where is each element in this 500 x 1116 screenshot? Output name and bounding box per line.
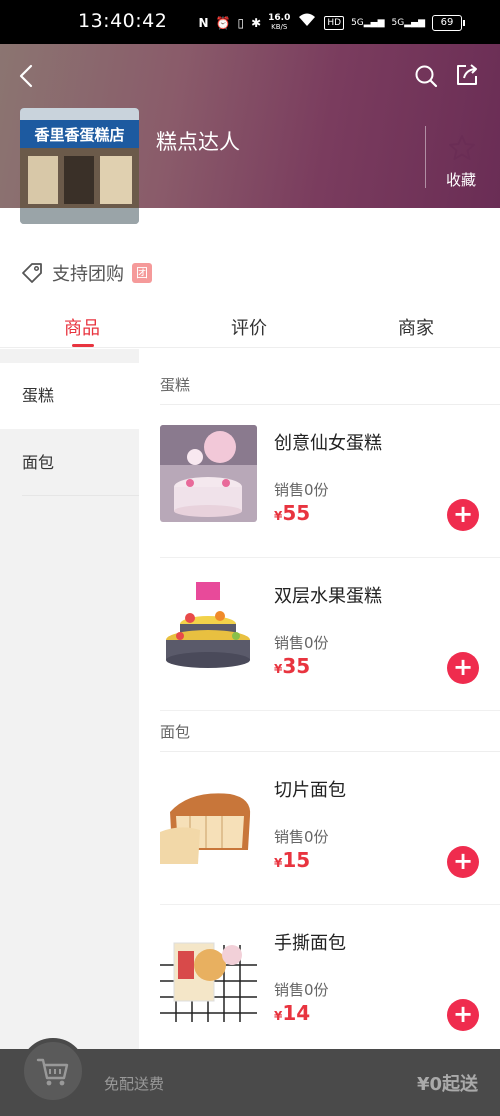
hd-icon: HD [324,15,345,30]
product-sales: 销售0份 [274,481,329,499]
product-price: ¥55 [274,501,310,525]
product-name: 切片面包 [274,780,346,801]
product-image [160,925,257,1022]
star-icon[interactable] [448,134,476,162]
tab-reviews[interactable]: 评价 [231,314,267,340]
wifi-icon [297,12,317,33]
category-sidebar: 蛋糕 面包 [0,349,139,1049]
product-price: ¥35 [274,654,310,678]
signal-label-2: 5G [391,17,405,28]
vibrate-icon: ▯ [237,15,245,30]
add-to-cart-button[interactable]: + [447,999,479,1031]
groupbuy-info: 支持团购 团 [20,260,152,286]
product-divider [160,904,500,905]
status-icons: N ⏰ ▯ ✱ 16.0 KB/S HD 5G▂▄▆ 5G▂▄▆ 69 [198,12,465,33]
add-to-cart-button[interactable]: + [447,652,479,684]
signal-icon-2: 5G▂▄▆ [391,17,425,28]
shop-header: 香里香蛋糕店 糕点达人 收藏 [0,44,500,224]
delivery-fee-text: 免配送费 [104,1075,165,1093]
category-item-cake[interactable]: 蛋糕 [0,363,139,429]
price-value: 35 [282,654,311,678]
favorite-button[interactable]: 收藏 [446,169,476,190]
section-title-cake: 蛋糕 [160,376,191,394]
battery-icon: 69 [432,14,465,31]
status-time: 13:40:42 [78,10,168,32]
bluetooth-icon: ✱ [251,15,262,30]
share-icon[interactable] [454,62,480,88]
groupbuy-badge: 团 [132,263,152,283]
product-sales: 销售0份 [274,981,329,999]
cart-bar: 免配送费 ¥0起送 [0,1038,500,1116]
net-speed-unit: KB/S [271,22,288,31]
price-value: 55 [282,501,311,525]
product-sales: 销售0份 [274,828,329,846]
net-speed-value: 16.0 [268,12,291,23]
section-title-bread: 面包 [160,723,191,741]
tab-merchant[interactable]: 商家 [398,314,434,340]
product-item[interactable]: 创意仙女蛋糕 销售0份 ¥55 + [160,425,500,575]
active-tab-indicator [72,344,94,347]
tag-icon [22,263,42,283]
cart-icon [36,1058,69,1086]
category-item-bread[interactable]: 面包 [0,430,139,496]
tab-bar: 商品 评价 商家 [0,302,500,348]
tab-products[interactable]: 商品 [64,314,100,340]
product-item[interactable]: 双层水果蛋糕 销售0份 ¥35 + [160,578,500,728]
product-item[interactable]: 切片面包 销售0份 ¥15 + [160,772,500,922]
search-icon[interactable] [414,64,438,88]
category-divider [22,495,139,496]
net-speed: 16.0 KB/S [268,12,291,32]
add-to-cart-button[interactable]: + [447,499,479,531]
product-image [160,425,257,522]
signal-icon-1: 5G▂▄▆ [351,17,385,28]
product-image [160,578,257,675]
signal-label-1: 5G [351,17,364,28]
product-name: 双层水果蛋糕 [274,586,382,607]
price-value: 14 [282,1001,311,1025]
shop-name: 糕点达人 [156,130,240,154]
product-sales: 销售0份 [274,634,329,652]
product-divider [160,710,500,711]
section-divider [160,404,500,405]
alarm-icon: ⏰ [215,15,231,30]
product-name: 创意仙女蛋糕 [274,433,382,454]
status-bar: 13:40:42 N ⏰ ▯ ✱ 16.0 KB/S HD 5G▂▄▆ 5G▂▄… [0,0,500,44]
header-divider [425,126,426,188]
section-divider [160,751,500,752]
nfc-icon: N [198,15,209,30]
min-order-label: ¥0起送 [416,1074,478,1095]
shop-sign-text: 香里香蛋糕店 [34,126,124,144]
price-value: 15 [282,848,311,872]
add-to-cart-button[interactable]: + [447,846,479,878]
shop-image: 香里香蛋糕店 [20,108,139,224]
cart-button[interactable] [20,1038,86,1104]
product-name: 手撕面包 [274,933,346,954]
product-price: ¥15 [274,848,310,872]
product-price: ¥14 [274,1001,310,1025]
product-image [160,772,257,869]
back-icon[interactable] [16,64,40,88]
groupbuy-label: 支持团购 [52,264,124,285]
product-divider [160,557,500,558]
